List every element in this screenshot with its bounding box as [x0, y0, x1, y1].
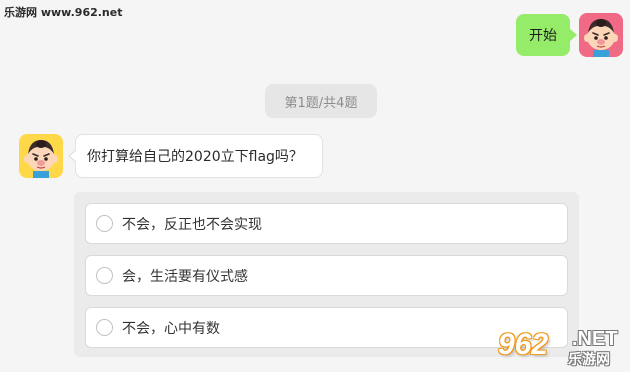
- radio-unchecked-icon[interactable]: [96, 215, 113, 232]
- watermark-domain: .NET: [572, 328, 618, 350]
- question-progress-label: 第1题/共4题: [265, 84, 377, 118]
- watermark-logo: 962 .NET 乐游网: [498, 328, 626, 368]
- watermark-site-text: 乐游网 www.962.net: [4, 6, 123, 19]
- cartoon-boy-avatar-icon: [24, 140, 58, 178]
- user-message-bubble: 开始: [516, 14, 577, 56]
- option-label: 会，生活要有仪式感: [122, 268, 248, 285]
- user-avatar: [579, 13, 623, 57]
- option-label: 不会，心中有数: [122, 320, 220, 337]
- answer-option-3[interactable]: 不会，心中有数: [85, 307, 568, 348]
- answer-option-2[interactable]: 会，生活要有仪式感: [85, 255, 568, 296]
- bot-question-bubble: 你打算给自己的2020立下flag吗？: [68, 134, 323, 178]
- radio-unchecked-icon[interactable]: [96, 267, 113, 284]
- watermark-number: 962: [498, 328, 549, 361]
- radio-unchecked-icon[interactable]: [96, 319, 113, 336]
- option-label: 不会，反正也不会实现: [122, 216, 262, 233]
- question-text: 你打算给自己的2020立下flag吗？: [87, 149, 303, 165]
- answer-option-1[interactable]: 不会，反正也不会实现: [85, 203, 568, 244]
- watermark-chinese: 乐游网: [568, 352, 610, 368]
- cartoon-boy-avatar-icon: [584, 19, 618, 57]
- bot-avatar: [19, 134, 63, 178]
